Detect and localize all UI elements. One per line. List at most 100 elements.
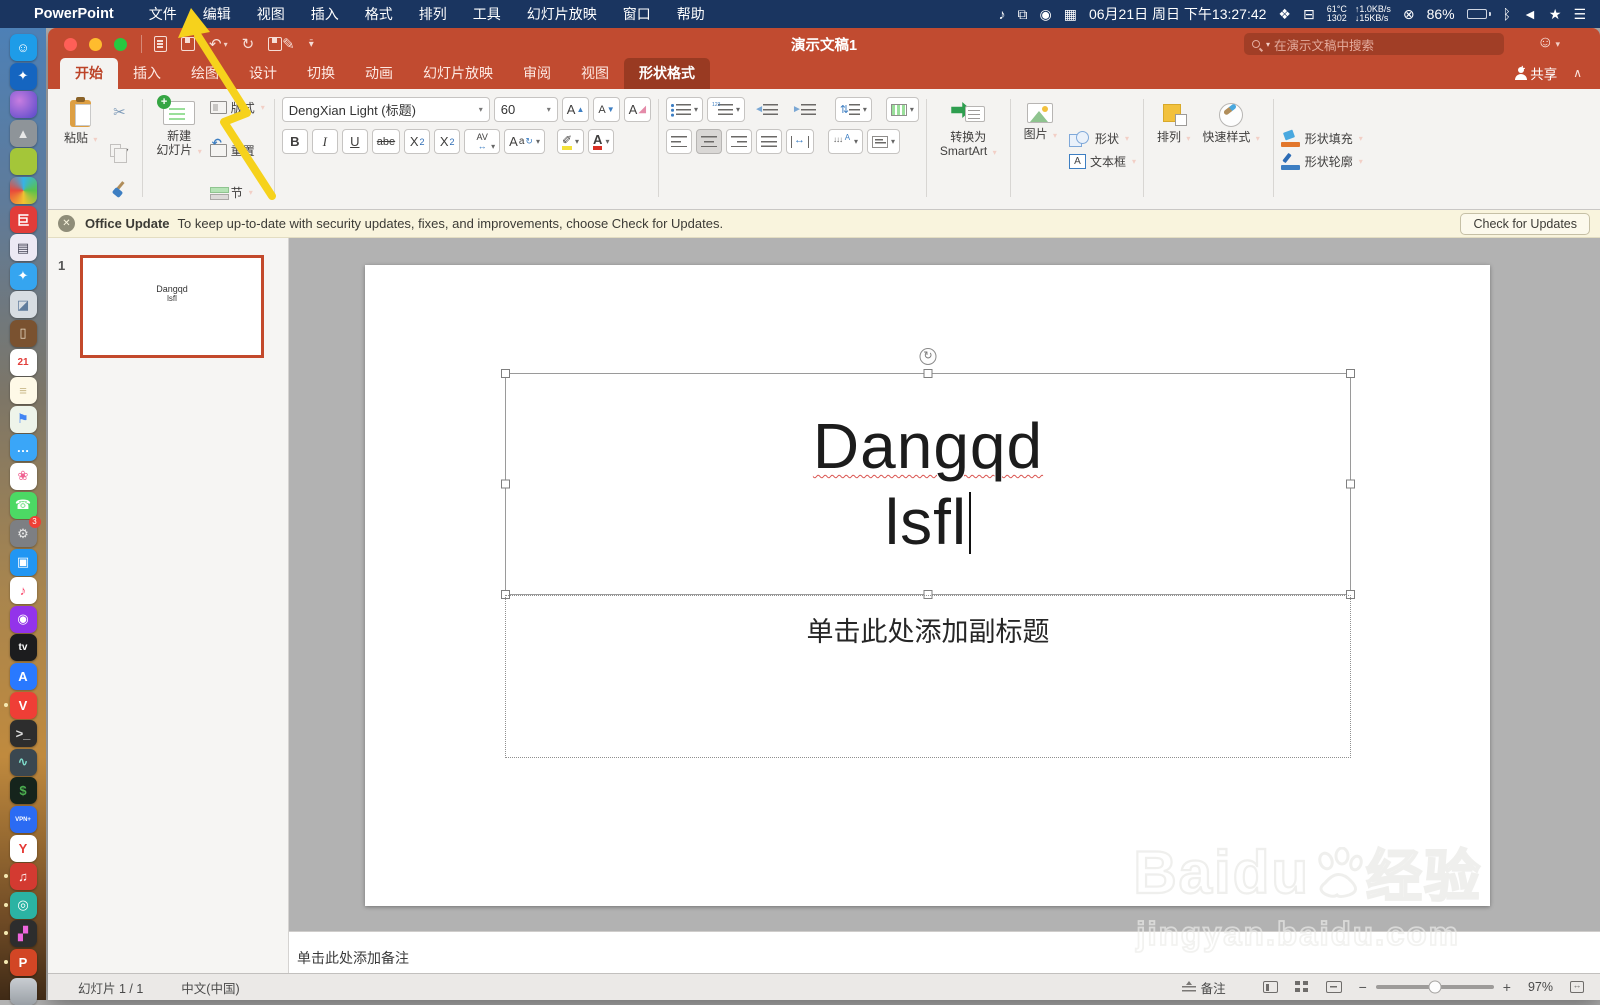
edit-document-icon[interactable]: ✎	[268, 35, 295, 53]
dock-siri-icon[interactable]	[9, 91, 37, 119]
dismiss-update-icon[interactable]: ✕	[58, 215, 75, 232]
ribbon-tab-绘图[interactable]: 绘图	[176, 58, 234, 89]
italic-button[interactable]: I	[311, 129, 338, 154]
search-input[interactable]: ▾ 在演示文稿中搜索	[1244, 33, 1504, 55]
section-button[interactable]: 节 ▾	[209, 184, 265, 201]
volume-icon[interactable]: ◄	[1523, 6, 1537, 22]
slide-canvas[interactable]: ↻ Dangqd lsfl 单击此处添加副标题	[365, 265, 1490, 906]
align-text-button[interactable]: ▾	[867, 129, 901, 154]
convert-smartart-button[interactable]: 转换为 SmartArt ▾	[934, 95, 1003, 205]
dock-vivaldi-icon[interactable]: V	[3, 691, 37, 719]
app-menu-powerpoint[interactable]: PowerPoint	[34, 6, 136, 22]
dock-terminal-green-icon[interactable]: $	[9, 777, 37, 805]
dock-app-store-icon[interactable]: A	[9, 663, 37, 691]
quick-styles-button[interactable]: 快速样式 ▾	[1196, 95, 1265, 205]
slideshow-view-button[interactable]	[1325, 981, 1342, 993]
reset-button[interactable]: 重置	[209, 136, 265, 159]
picture-button[interactable]: 图片 ▾	[1018, 95, 1063, 205]
increase-font-button[interactable]: A ▲	[561, 97, 590, 122]
dock-safari-icon[interactable]: ✦	[9, 262, 37, 290]
dock-browser-swirl-icon[interactable]	[9, 176, 37, 204]
bluetooth-icon[interactable]: ᛒ	[1503, 6, 1511, 22]
menubar-datetime[interactable]: 06月21日 周日 下午13:27:42	[1089, 4, 1266, 24]
dock-photos-icon[interactable]: ❀	[9, 462, 37, 490]
display-menu-icon[interactable]: ⧉	[1018, 6, 1028, 23]
monitor-stat-icon[interactable]: ⊟	[1303, 6, 1315, 23]
zoom-percent[interactable]: 97%	[1528, 980, 1553, 994]
justify-button[interactable]	[756, 129, 783, 154]
dock-powerpoint-dock-icon[interactable]: P	[3, 949, 37, 976]
language-status[interactable]: 中文(中国)	[181, 978, 239, 997]
resize-handle-e[interactable]	[1346, 479, 1355, 489]
decrease-font-button[interactable]: A ▼	[593, 97, 620, 122]
dock-finder-icon[interactable]: ☺	[9, 34, 37, 61]
ribbon-tab-动画[interactable]: 动画	[350, 58, 408, 89]
bullets-button[interactable]: ▾	[666, 97, 704, 122]
distribute-text-button[interactable]	[786, 129, 815, 154]
temp-stats[interactable]: 61°C 1302	[1327, 4, 1347, 24]
menu-item-2[interactable]: 视图	[244, 4, 298, 24]
format-painter-button[interactable]	[105, 176, 133, 201]
numbering-button[interactable]: ▾	[707, 97, 746, 122]
dock-music-icon[interactable]: ♪	[9, 577, 37, 605]
share-button[interactable]: + 共享	[1515, 63, 1557, 83]
resize-handle-w[interactable]	[501, 479, 510, 489]
textbox-button[interactable]: A 文本框 ▾	[1068, 153, 1136, 170]
font-name-combo[interactable]: DengXian Light (标题) ▾	[281, 97, 490, 122]
dock-final-cut-icon[interactable]: ▞	[3, 920, 37, 948]
menu-item-1[interactable]: 编辑	[190, 4, 244, 24]
star-menu-icon[interactable]: ★	[1549, 6, 1562, 23]
align-left-button[interactable]	[666, 129, 693, 154]
ribbon-tab-形状格式[interactable]: 形状格式	[624, 58, 710, 89]
line-spacing-button[interactable]: ▾	[834, 97, 872, 122]
notes-toggle-button[interactable]: 备注	[1181, 978, 1226, 997]
zoom-slider-thumb[interactable]	[1428, 980, 1442, 994]
dock-facetime-icon[interactable]: ☎	[9, 491, 37, 519]
slide-title-line2[interactable]: lsfl	[885, 484, 972, 560]
dock-launchpad-icon[interactable]: ▲	[9, 119, 37, 147]
dock-keynote-icon[interactable]: ▣	[9, 548, 37, 576]
dock-trash-icon[interactable]	[9, 977, 37, 1005]
change-case-button[interactable]: Aa ↻ ▾	[504, 129, 545, 154]
title-textbox[interactable]: ↻ Dangqd lsfl	[501, 348, 1355, 599]
collapse-ribbon-icon[interactable]: ∧	[1573, 66, 1582, 80]
zoom-out-button[interactable]: −	[1359, 979, 1367, 995]
battery-icon[interactable]	[1466, 9, 1491, 19]
dock-preview-icon[interactable]: ◪	[9, 291, 37, 319]
align-right-button[interactable]	[726, 129, 753, 154]
check-updates-button[interactable]: Check for Updates	[1460, 212, 1590, 235]
customize-toolbar-icon[interactable]: ▾̄	[309, 39, 314, 50]
shape-fill-button[interactable]: 形状填充 ▾	[1280, 130, 1363, 147]
clear-formatting-button[interactable]: A ◢	[623, 97, 652, 122]
cut-button[interactable]: ✂	[105, 99, 133, 124]
text-direction-button[interactable]: ▾	[828, 129, 864, 154]
dock-terminal-icon[interactable]: >_	[9, 720, 37, 748]
normal-view-button[interactable]	[1262, 981, 1278, 993]
shapes-button[interactable]: 形状 ▾	[1068, 130, 1136, 147]
superscript-button[interactable]: X2	[404, 129, 431, 154]
layout-button[interactable]: 版式 ▾	[209, 99, 265, 116]
dock-compass-app-icon[interactable]: ✦	[9, 62, 37, 90]
slide-title-line1[interactable]: Dangqd	[813, 408, 1043, 484]
close-window-button[interactable]	[64, 37, 77, 51]
dock-messages-icon[interactable]: …	[9, 434, 37, 462]
resize-handle-n[interactable]	[923, 369, 933, 378]
minimize-window-button[interactable]	[89, 37, 102, 51]
ribbon-tab-设计[interactable]: 设计	[234, 58, 292, 89]
list-menu-icon[interactable]: ☰	[1573, 6, 1586, 23]
ribbon-tab-开始[interactable]: 开始	[60, 58, 118, 89]
new-slide-button[interactable]: + 新建 幻灯片 ▾	[150, 95, 207, 205]
dock-red-chinese-app-icon[interactable]: 巨	[9, 205, 37, 233]
underline-button[interactable]: U	[341, 129, 368, 154]
menu-item-6[interactable]: 工具	[460, 4, 514, 24]
font-color-button[interactable]: A ▾	[588, 129, 615, 154]
menu-item-0[interactable]: 文件	[136, 4, 190, 24]
font-size-combo[interactable]: 60 ▾	[493, 97, 558, 122]
menu-item-8[interactable]: 窗口	[610, 4, 664, 24]
bold-button[interactable]: B	[281, 129, 308, 154]
zoom-in-button[interactable]: +	[1503, 979, 1511, 995]
subscript-button[interactable]: X2	[434, 129, 461, 154]
fit-slide-button[interactable]	[1570, 980, 1584, 993]
ribbon-tab-审阅[interactable]: 审阅	[508, 58, 566, 89]
highlight-color-button[interactable]: ✐ ▾	[556, 129, 585, 154]
